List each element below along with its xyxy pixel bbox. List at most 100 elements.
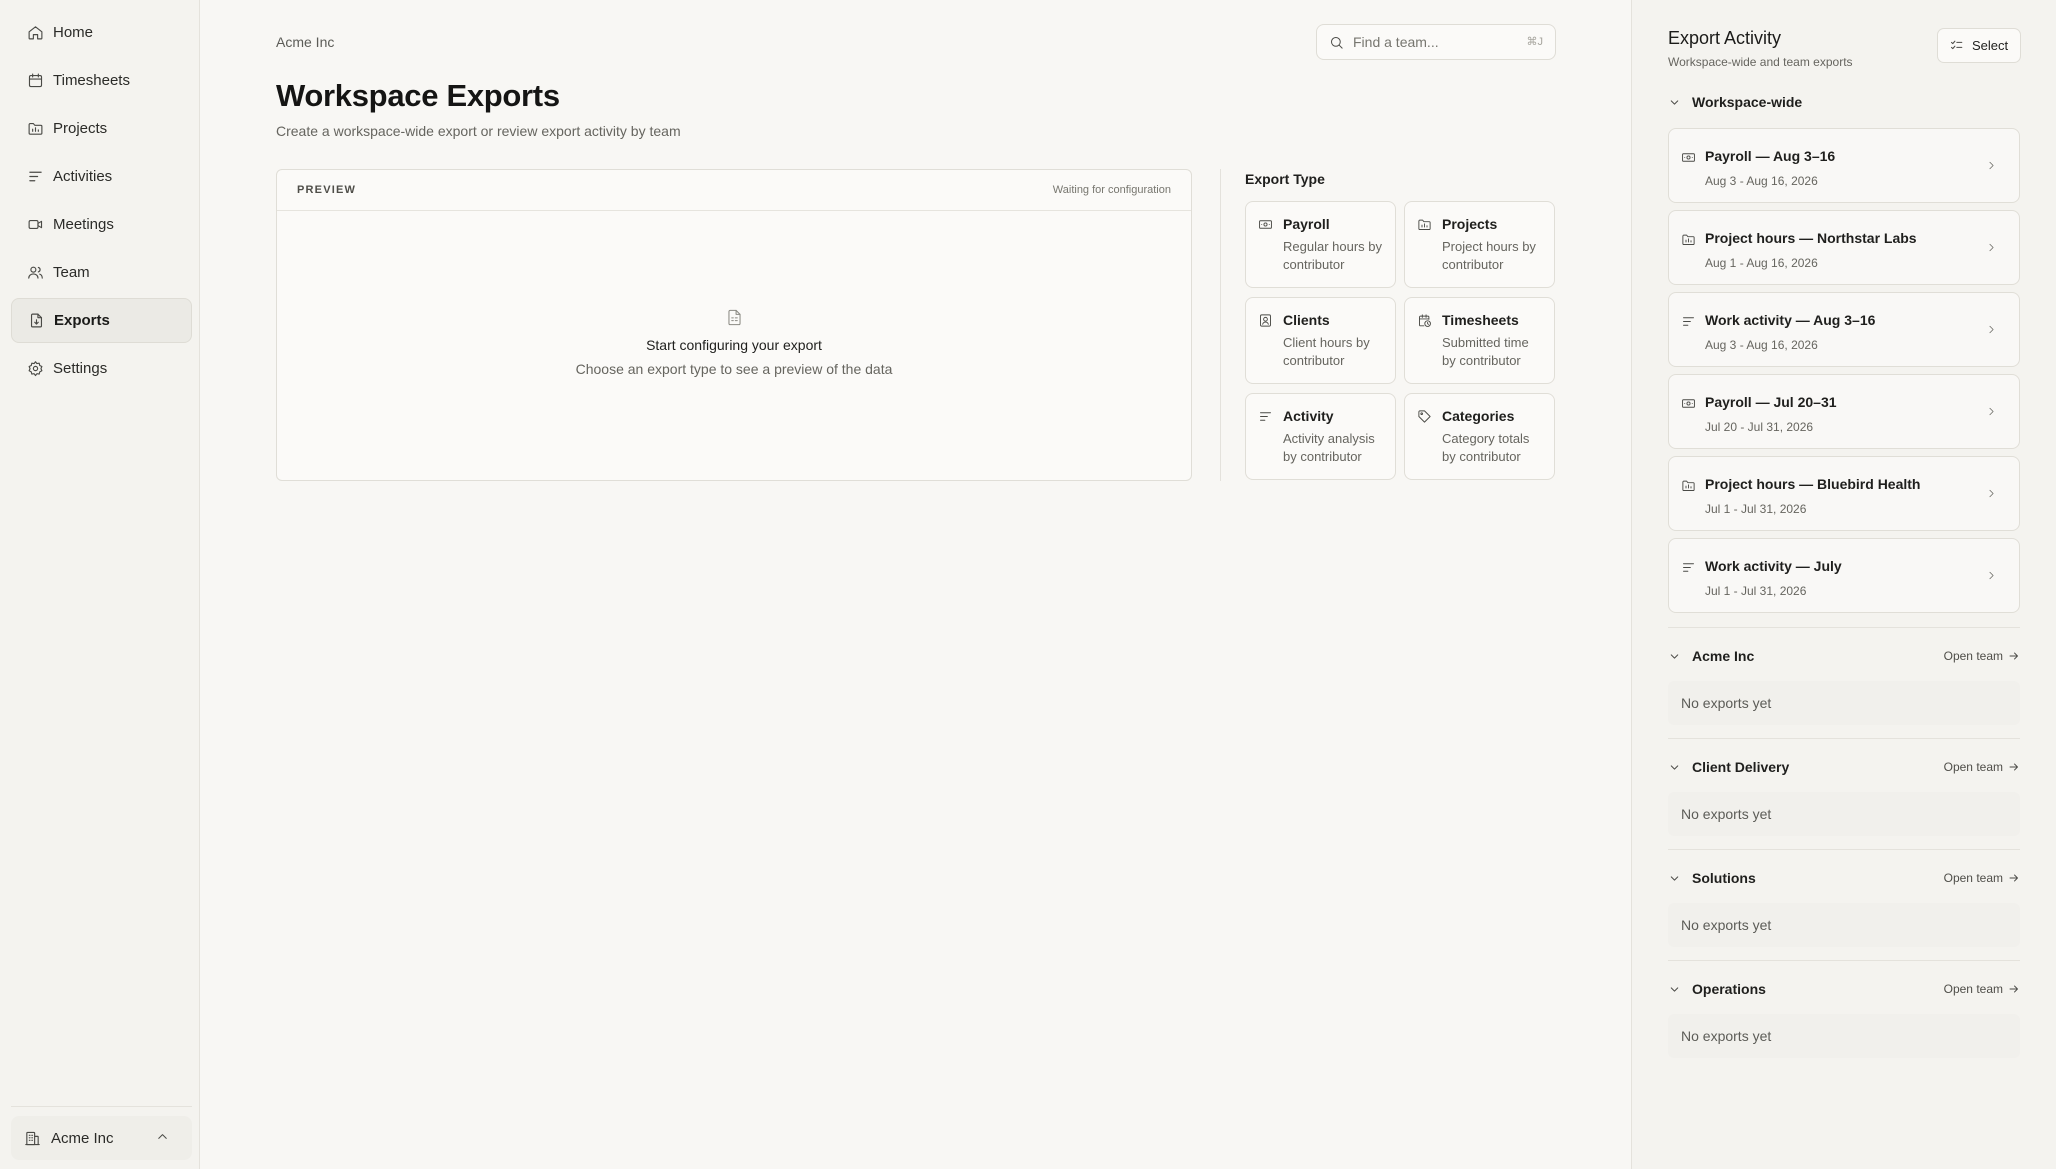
export-type-heading: Export Type [1245, 171, 1325, 187]
sidebar-item-label: Projects [53, 120, 108, 137]
preview-header: PREVIEW Waiting for configuration [277, 170, 1191, 211]
checklist-icon [1949, 38, 1964, 53]
video-icon [27, 216, 44, 233]
lines-icon [1681, 314, 1696, 329]
export-range: Aug 3 - Aug 16, 2026 [1705, 174, 1818, 188]
export-type-clients[interactable]: Clients Client hours by contributor [1245, 297, 1396, 384]
chevron-right-icon [1985, 241, 1998, 254]
group-operations[interactable]: Operations Open team [1668, 979, 2020, 999]
timesheet-icon [1417, 313, 1432, 328]
export-type-categories[interactable]: Categories Category totals by contributo… [1404, 393, 1555, 480]
chevron-up-icon [155, 1129, 170, 1144]
chevron-right-icon [1985, 159, 1998, 172]
export-title: Work activity — July [1705, 558, 1842, 574]
export-type-desc: Submitted time by contributor [1442, 335, 1529, 368]
chevron-down-icon [1668, 761, 1681, 774]
search-input[interactable]: Find a team... [1353, 34, 1439, 50]
group-name: Acme Inc [1692, 648, 1755, 664]
workspace-switcher[interactable]: Acme Inc [11, 1116, 192, 1160]
preview-label: PREVIEW [297, 184, 357, 196]
empty-subtitle: Choose an export type to see a preview o… [575, 361, 893, 377]
open-team-link[interactable]: Open team [1944, 760, 2020, 774]
export-card[interactable]: Work activity — July Jul 1 - Jul 31, 202… [1668, 538, 2020, 613]
export-range: Jul 1 - Jul 31, 2026 [1705, 502, 1807, 516]
sidebar-item-projects[interactable]: Projects [11, 106, 192, 151]
payroll-icon [1681, 150, 1696, 165]
sidebar-item-label: Home [53, 24, 94, 41]
sidebar-item-settings[interactable]: Settings [11, 346, 192, 391]
chevron-down-icon [1668, 872, 1681, 885]
sidebar-item-exports[interactable]: Exports [11, 298, 192, 343]
open-team-link[interactable]: Open team [1944, 649, 2020, 663]
chevron-down-icon [1668, 96, 1681, 109]
arrow-right-icon [2008, 650, 2020, 662]
export-card[interactable]: Work activity — Aug 3–16 Aug 3 - Aug 16,… [1668, 292, 2020, 367]
preview-panel: PREVIEW Waiting for configuration Start … [276, 169, 1192, 481]
select-label: Select [1972, 38, 2009, 53]
gear-icon [27, 360, 44, 377]
export-card[interactable]: Project hours — Northstar Labs Aug 1 - A… [1668, 210, 2020, 285]
chevron-down-icon [1668, 650, 1681, 663]
export-range: Aug 3 - Aug 16, 2026 [1705, 338, 1818, 352]
group-acme-inc[interactable]: Acme Inc Open team [1668, 646, 2020, 666]
sidebar-nav: Home Timesheets Projects Activities Meet… [11, 10, 192, 394]
group-client-delivery[interactable]: Client Delivery Open team [1668, 757, 2020, 777]
folder-icon [27, 120, 44, 137]
open-team-label: Open team [1943, 760, 2003, 774]
chevron-right-icon [1985, 487, 1998, 500]
export-range: Aug 1 - Aug 16, 2026 [1705, 256, 1818, 270]
sidebar-item-label: Exports [54, 312, 110, 329]
group-name: Solutions [1692, 870, 1756, 886]
group-divider [1668, 738, 2020, 739]
panel-subtitle: Workspace-wide and team exports [1668, 55, 1853, 69]
sidebar-item-home[interactable]: Home [11, 10, 192, 55]
open-team-label: Open team [1943, 982, 2003, 996]
arrow-right-icon [2008, 761, 2020, 773]
sidebar-item-label: Team [53, 264, 90, 281]
sidebar-item-activities[interactable]: Activities [11, 154, 192, 199]
group-workspace-wide[interactable]: Workspace-wide [1668, 92, 2020, 112]
client-icon [1258, 313, 1273, 328]
export-title: Payroll — Jul 20–31 [1705, 394, 1837, 410]
export-card[interactable]: Payroll — Aug 3–16 Aug 3 - Aug 16, 2026 [1668, 128, 2020, 203]
file-export-icon [28, 312, 45, 329]
arrow-right-icon [2008, 983, 2020, 995]
building-icon [24, 1130, 41, 1147]
export-type-payroll[interactable]: Payroll Regular hours by contributor [1245, 201, 1396, 288]
page-subtitle: Create a workspace-wide export or review… [276, 123, 681, 139]
sidebar-item-team[interactable]: Team [11, 250, 192, 295]
empty-exports: No exports yet [1668, 681, 2020, 725]
search-icon [1329, 35, 1344, 50]
sidebar-item-label: Meetings [53, 216, 114, 233]
folder-icon [1417, 217, 1432, 232]
arrow-right-icon [2008, 872, 2020, 884]
sidebar-item-timesheets[interactable]: Timesheets [11, 58, 192, 103]
lines-icon [1258, 409, 1273, 424]
preview-empty-state: Start configuring your export Choose an … [277, 308, 1191, 377]
select-button[interactable]: Select [1937, 28, 2021, 63]
export-type-timesheets[interactable]: Timesheets Submitted time by contributor [1404, 297, 1555, 384]
chevron-right-icon [1985, 569, 1998, 582]
export-type-name: Clients [1283, 312, 1330, 328]
breadcrumb[interactable]: Acme Inc [276, 34, 334, 50]
open-team-link[interactable]: Open team [1944, 982, 2020, 996]
search-shortcut: ⌘J [1526, 36, 1544, 48]
group-solutions[interactable]: Solutions Open team [1668, 868, 2020, 888]
export-card[interactable]: Payroll — Jul 20–31 Jul 20 - Jul 31, 202… [1668, 374, 2020, 449]
group-name: Operations [1692, 981, 1766, 997]
sidebar-item-label: Timesheets [53, 72, 130, 89]
export-type-projects[interactable]: Projects Project hours by contributor [1404, 201, 1555, 288]
team-search[interactable]: Find a team... ⌘J [1316, 24, 1556, 60]
export-card[interactable]: Project hours — Bluebird Health Jul 1 - … [1668, 456, 2020, 531]
group-divider [1668, 627, 2020, 628]
sidebar-item-meetings[interactable]: Meetings [11, 202, 192, 247]
tag-icon [1417, 409, 1432, 424]
document-icon [725, 308, 744, 327]
export-type-activity[interactable]: Activity Activity analysis by contributo… [1245, 393, 1396, 480]
open-team-link[interactable]: Open team [1944, 871, 2020, 885]
export-type-desc: Category totals by contributor [1442, 431, 1530, 464]
folder-icon [1681, 478, 1696, 493]
export-type-desc: Client hours by contributor [1283, 335, 1370, 368]
export-type-desc: Project hours by contributor [1442, 239, 1536, 272]
chevron-right-icon [1985, 405, 1998, 418]
